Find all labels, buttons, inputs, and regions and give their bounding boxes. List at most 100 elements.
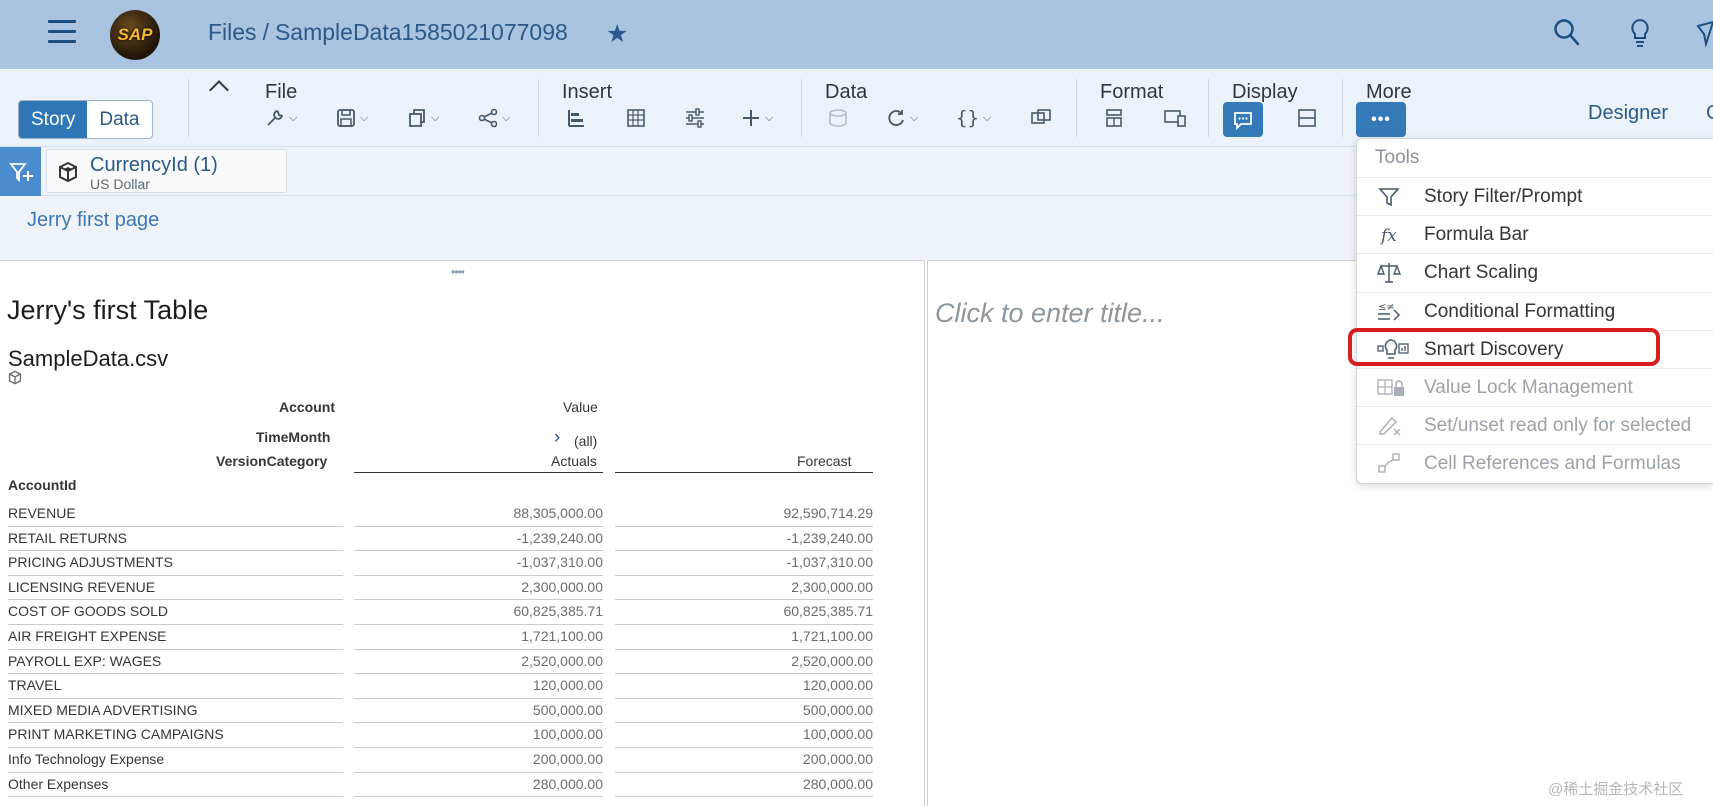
menu-item-label: Story Filter/Prompt	[1424, 186, 1583, 207]
widget-title[interactable]: Jerry's first Table	[7, 295, 208, 326]
breadcrumb-separator: /	[262, 19, 269, 45]
split-panel-icon[interactable]	[1297, 105, 1317, 131]
header-underline	[615, 472, 873, 473]
dimension-cube-icon	[59, 161, 77, 183]
toolbar-divider	[188, 79, 189, 137]
forecast-cell[interactable]: 280,000.00	[615, 773, 873, 798]
collapse-toolbar-icon[interactable]	[209, 80, 229, 100]
value-lock-icon	[1377, 376, 1409, 400]
svg-text:fx: fx	[1379, 226, 1397, 246]
actuals-cell[interactable]: 88,305,000.00	[354, 502, 603, 527]
file-group-label: File	[265, 81, 298, 103]
account-cell[interactable]: Info Technology Expense	[8, 748, 343, 773]
account-cell[interactable]: REVENUE	[8, 502, 343, 527]
comments-button[interactable]	[1223, 102, 1263, 137]
actuals-cell[interactable]: 280,000.00	[354, 773, 603, 798]
menu-item-label: Chart Scaling	[1424, 262, 1539, 284]
save-icon[interactable]: ⌵	[336, 105, 368, 131]
menu-item-cell-references-and-formulas[interactable]: Cell References and Formulas	[1357, 444, 1713, 482]
menu-item-story-filter-prompt[interactable]: Story Filter/Prompt	[1357, 177, 1713, 215]
forecast-cell[interactable]: 2,520,000.00	[615, 650, 873, 675]
breadcrumb-files-link[interactable]: Files	[208, 19, 257, 45]
table-widget[interactable]: •••• Jerry's first Table SampleData.csv …	[0, 260, 925, 806]
account-cell[interactable]: LICENSING REVENUE	[8, 576, 343, 601]
forecast-cell[interactable]: 1,721,100.00	[615, 625, 873, 650]
actuals-cell[interactable]: 60,825,385.71	[354, 600, 603, 625]
tools-wrench-icon[interactable]: ⌵	[265, 105, 297, 131]
account-cell[interactable]: PAYROLL EXP: WAGES	[8, 650, 343, 675]
actuals-cell[interactable]: -1,239,240.00	[354, 527, 603, 552]
forecast-cell[interactable]: -1,239,240.00	[615, 527, 873, 552]
story-mode-button[interactable]: Story	[19, 101, 88, 138]
menu-item-chart-scaling[interactable]: Chart Scaling	[1357, 253, 1713, 291]
actuals-cell[interactable]: -1,037,310.00	[354, 551, 603, 576]
device-preview-icon[interactable]	[1163, 105, 1187, 131]
forecast-cell[interactable]: -1,037,310.00	[615, 551, 873, 576]
menu-item-set-unset-read-only-for-selected[interactable]: Set/unset read only for selected	[1357, 406, 1713, 444]
account-cell[interactable]: PRINT MARKETING CAMPAIGNS	[8, 723, 343, 748]
add-icon[interactable]: ⌵	[741, 105, 773, 131]
actuals-cell[interactable]: 2,520,000.00	[354, 650, 603, 675]
sap-logo[interactable]: SAP	[110, 10, 160, 60]
actuals-cell[interactable]: 500,000.00	[354, 699, 603, 724]
forecast-cell[interactable]: 100,000.00	[615, 723, 873, 748]
more-button[interactable]: •••	[1356, 102, 1406, 137]
widget-title-placeholder[interactable]: Click to enter title...	[935, 298, 1165, 329]
forecast-cell[interactable]: 120,000.00	[615, 674, 873, 699]
drag-handle-icon[interactable]: ••••	[451, 265, 465, 279]
favorite-star-icon[interactable]: ★	[606, 19, 628, 49]
insert-group-label: Insert	[562, 81, 613, 103]
layout-icon[interactable]	[1104, 105, 1124, 131]
story-toolbar: Story Data File ⌵ ⌵ ⌵ ⌵ Insert ⌵ Data ⌵ …	[0, 69, 1713, 147]
cell-reference-icon	[1377, 452, 1409, 476]
account-cell[interactable]: COST OF GOODS SOLD	[8, 600, 343, 625]
actuals-cell[interactable]: 100,000.00	[354, 723, 603, 748]
linked-analysis-icon[interactable]	[1030, 105, 1052, 131]
copy-icon[interactable]: ⌵	[407, 105, 439, 131]
header-value: Value	[563, 399, 598, 415]
actuals-cell[interactable]: 1,721,100.00	[354, 625, 603, 650]
share-icon[interactable]: ⌵	[478, 105, 510, 131]
account-cell[interactable]: Other Expenses	[8, 773, 343, 798]
forecast-cell[interactable]: 60,825,385.71	[615, 600, 873, 625]
actuals-cell[interactable]: 2,300,000.00	[354, 576, 603, 601]
account-cell[interactable]: AIR FREIGHT EXPENSE	[8, 625, 343, 650]
forecast-cell[interactable]: 2,300,000.00	[615, 576, 873, 601]
refresh-icon[interactable]: ⌵	[886, 105, 918, 131]
designer-button[interactable]: Designer	[1588, 102, 1668, 125]
hamburger-menu-icon[interactable]	[48, 20, 76, 44]
menu-item-value-lock-management[interactable]: Value Lock Management	[1357, 368, 1713, 406]
formula-braces-icon[interactable]: {} ⌵	[956, 105, 991, 131]
watermark: @稀土掘金技术社区	[1548, 781, 1684, 798]
forecast-cell[interactable]: 92,590,714.29	[615, 502, 873, 527]
insert-table-icon[interactable]	[626, 105, 646, 131]
data-source-icon	[828, 105, 852, 131]
account-cell[interactable]: TRAVEL	[8, 674, 343, 699]
toolbar-divider	[1342, 79, 1343, 137]
notification-icon[interactable]	[1696, 18, 1713, 48]
data-mode-button[interactable]: Data	[87, 101, 151, 138]
search-icon[interactable]	[1553, 18, 1581, 48]
more-group-label: More	[1366, 81, 1412, 103]
svg-text:≤≠: ≤≠	[1378, 302, 1395, 313]
forecast-cell[interactable]: 200,000.00	[615, 748, 873, 773]
page-tab-jerry-first-page[interactable]: Jerry first page	[27, 209, 159, 232]
lightbulb-icon[interactable]	[1629, 18, 1651, 48]
header-actuals: Actuals	[551, 453, 597, 469]
add-filter-button[interactable]	[0, 147, 41, 196]
breadcrumb-current: SampleData1585021077098	[274, 19, 568, 45]
account-cell[interactable]: RETAIL RETURNS	[8, 527, 343, 552]
account-cell[interactable]: MIXED MEDIA ADVERTISING	[8, 699, 343, 724]
toolbar-divider	[538, 79, 539, 137]
account-cell[interactable]: PRICING ADJUSTMENTS	[8, 551, 343, 576]
actuals-cell[interactable]: 120,000.00	[354, 674, 603, 699]
toolbar-divider	[1076, 79, 1077, 137]
expand-chevron-icon[interactable]: ›	[554, 428, 560, 447]
input-control-icon[interactable]	[684, 105, 706, 131]
menu-item-formula-bar[interactable]: fx Formula Bar	[1357, 215, 1713, 253]
menu-item-conditional-formatting[interactable]: ≤≠ Conditional Formatting	[1357, 291, 1713, 330]
currency-filter-token[interactable]: CurrencyId (1) US Dollar	[46, 149, 287, 193]
actuals-cell[interactable]: 200,000.00	[354, 748, 603, 773]
insert-chart-icon[interactable]	[566, 105, 586, 131]
forecast-cell[interactable]: 500,000.00	[615, 699, 873, 724]
